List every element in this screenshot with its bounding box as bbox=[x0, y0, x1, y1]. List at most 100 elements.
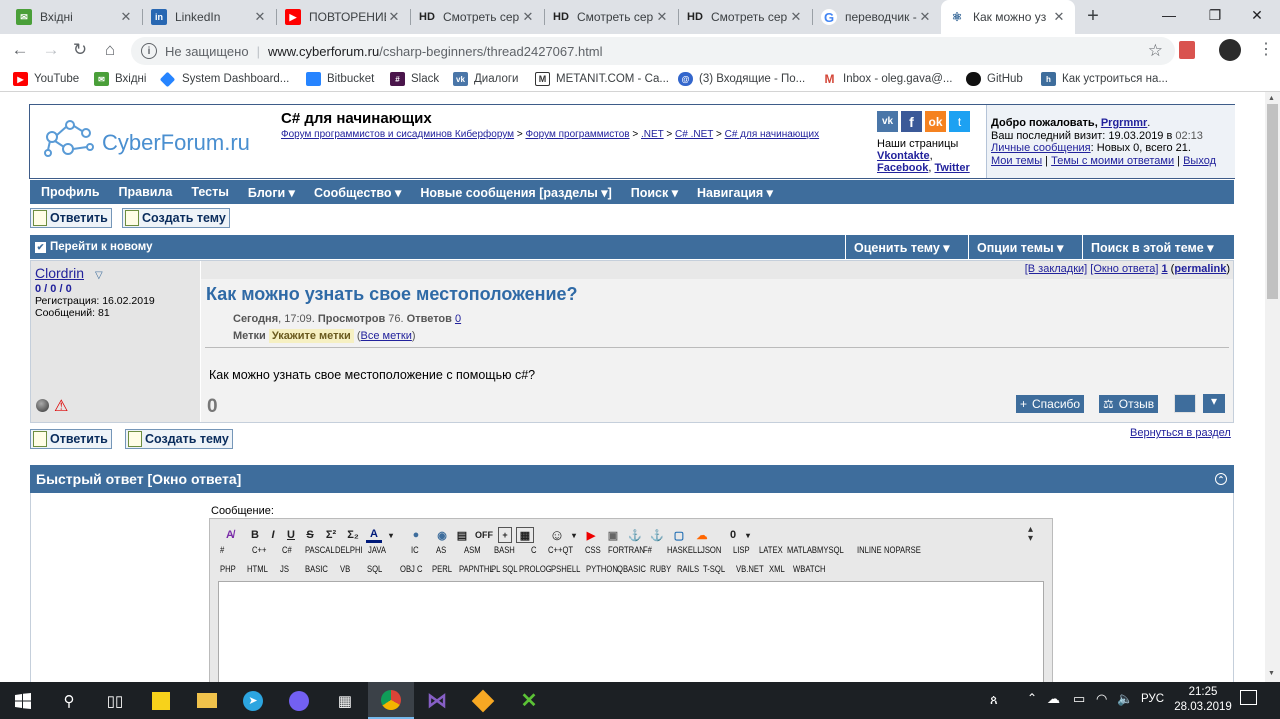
tab-inbox[interactable]: ✉ Вхідні ✕ bbox=[8, 0, 142, 34]
private-messages-link[interactable]: Личные сообщения bbox=[991, 142, 1091, 154]
battery-icon[interactable]: ▭ bbox=[1073, 691, 1085, 707]
off-button[interactable]: OFF bbox=[474, 527, 494, 543]
page-scrollbar[interactable]: ▲ ▼ bbox=[1265, 92, 1280, 682]
permalink-link[interactable]: permalink bbox=[1174, 263, 1226, 275]
scroll-up-icon[interactable]: ▲ bbox=[1268, 95, 1275, 102]
strike-button[interactable]: S bbox=[302, 527, 318, 543]
nav-search[interactable]: Поиск ▾ bbox=[631, 185, 678, 200]
code-lang-rails[interactable]: RAILS bbox=[677, 564, 699, 574]
visual-studio-icon[interactable]: ⋈ bbox=[414, 682, 460, 719]
breadcrumb-link[interactable]: C# .NET bbox=[675, 129, 713, 140]
code-lang-c++qt[interactable]: C++QT bbox=[548, 545, 573, 555]
code-lang-json[interactable]: JSON bbox=[701, 545, 721, 555]
review-button[interactable]: ⚖ Отзыв bbox=[1099, 395, 1159, 413]
close-tab-icon[interactable]: ✕ bbox=[917, 9, 933, 25]
code-lang-perl[interactable]: PERL bbox=[432, 564, 452, 574]
search-thread-menu[interactable]: Поиск в этой теме ▾ bbox=[1082, 235, 1234, 259]
viber-icon[interactable] bbox=[276, 682, 322, 719]
star-icon[interactable]: ☆ bbox=[1148, 41, 1163, 61]
code-lang-asm[interactable]: ASM bbox=[464, 545, 481, 555]
bookmark-jira[interactable]: System Dashboard... bbox=[159, 70, 289, 88]
table-icon[interactable]: ▦ bbox=[516, 527, 534, 543]
code-lang-html[interactable]: HTML bbox=[247, 564, 268, 574]
code-lang-latex[interactable]: LATEX bbox=[759, 545, 783, 555]
site-logo-text[interactable]: CyberForum.ru bbox=[102, 130, 250, 156]
all-tags-link[interactable]: Все метки bbox=[361, 330, 412, 342]
sticky-notes-icon[interactable] bbox=[138, 682, 184, 719]
back-button[interactable]: ← bbox=[10, 40, 30, 60]
smile-icon[interactable]: ☺ bbox=[548, 527, 566, 544]
vk-icon[interactable]: vk bbox=[877, 111, 898, 132]
code-icon[interactable]: 0 bbox=[726, 527, 740, 543]
code-lang-c[interactable]: C bbox=[531, 545, 537, 555]
code-lang-ruby[interactable]: RUBY bbox=[650, 564, 671, 574]
close-tab-icon[interactable]: ✕ bbox=[788, 9, 804, 25]
code-lang-css[interactable]: CSS bbox=[585, 545, 601, 555]
reply-button[interactable]: Ответить bbox=[30, 208, 112, 228]
image-icon[interactable]: ◉ bbox=[434, 527, 450, 543]
task-view-icon[interactable]: ▯▯ bbox=[92, 682, 138, 719]
thanks-button[interactable]: + Спасибо bbox=[1016, 395, 1085, 413]
close-tab-icon[interactable]: ✕ bbox=[386, 9, 402, 25]
bookmark-gmail-inbox[interactable]: M Inbox - oleg.gava@... bbox=[822, 70, 953, 88]
dropdown-icon[interactable]: ▾ bbox=[744, 527, 752, 543]
nav-navigation[interactable]: Навигация ▾ bbox=[697, 185, 773, 200]
code-lang-inline[interactable]: INLINE bbox=[857, 545, 882, 555]
multiquote-button[interactable]: ▾ bbox=[1203, 394, 1225, 413]
bookmark-github[interactable]: GitHub bbox=[966, 70, 1023, 88]
odnoklassniki-icon[interactable]: ok bbox=[925, 111, 946, 132]
bookmark-youtube[interactable]: ▶ YouTube bbox=[13, 70, 79, 88]
code-lang-c++[interactable]: C++ bbox=[252, 545, 266, 555]
nav-profile[interactable]: Профиль bbox=[41, 185, 100, 199]
tab-linkedin[interactable]: in LinkedIn ✕ bbox=[143, 0, 276, 34]
url-host[interactable]: www.cyberforum.ru bbox=[268, 44, 379, 59]
tab-hd-1[interactable]: HD Смотреть сер ✕ bbox=[411, 0, 544, 34]
answers-link[interactable]: 0 bbox=[455, 313, 461, 325]
code-lang-f#[interactable]: F# bbox=[643, 545, 652, 555]
facebook-icon[interactable]: f bbox=[901, 111, 922, 132]
code-lang-java[interactable]: JAVA bbox=[368, 545, 386, 555]
tab-youtube[interactable]: ▶ ПОВТОРЕНИЕ ✕ bbox=[277, 0, 410, 34]
code-lang-php[interactable]: PHP bbox=[220, 564, 236, 574]
home-button[interactable]: ⌂ bbox=[100, 40, 120, 60]
anchor-add-icon[interactable]: ⚓ bbox=[648, 527, 666, 543]
code-lang-vb[interactable]: VB bbox=[340, 564, 350, 574]
bookmark-metanit[interactable]: M METANIT.COM - Са... bbox=[535, 70, 669, 88]
pdf-extension-icon[interactable] bbox=[1179, 41, 1195, 59]
people-icon[interactable]: ጰ bbox=[990, 692, 998, 708]
code-lang-#[interactable]: # bbox=[220, 545, 224, 555]
nav-new-posts[interactable]: Новые сообщения [разделы ▾] bbox=[420, 185, 611, 200]
username-link[interactable]: Prgrmmr bbox=[1101, 117, 1147, 129]
maximize-button[interactable]: ❐ bbox=[1192, 0, 1238, 30]
collapse-icon[interactable]: ⌃ bbox=[1215, 473, 1227, 485]
close-tab-icon[interactable]: ✕ bbox=[520, 9, 536, 25]
code-lang-objc[interactable]: OBJ C bbox=[400, 564, 423, 574]
nav-blogs[interactable]: Блоги ▾ bbox=[248, 185, 295, 200]
tab-translator[interactable]: G переводчик - ✕ bbox=[813, 0, 941, 34]
close-window-button[interactable]: ✕ bbox=[1234, 0, 1280, 30]
dropdown-icon[interactable]: ▾ bbox=[570, 527, 578, 543]
file-explorer-icon[interactable] bbox=[184, 682, 230, 719]
tab-hd-3[interactable]: HD Смотреть сер ✕ bbox=[679, 0, 812, 34]
bookmark-inbox[interactable]: ✉ Вхідні bbox=[94, 70, 146, 88]
bookmark-bitbucket[interactable]: Bitbucket bbox=[306, 70, 374, 88]
breadcrumb-link[interactable]: .NET bbox=[641, 129, 664, 140]
code-lang-plsql[interactable]: PL SQL bbox=[491, 564, 518, 574]
tray-chevron-icon[interactable]: ⌃ bbox=[1027, 691, 1037, 705]
tab-cyberforum-active[interactable]: ⚛ Как можно уз ✕ bbox=[941, 0, 1075, 34]
superscript-button[interactable]: Σ² bbox=[322, 527, 340, 543]
reply-button-bottom[interactable]: Ответить bbox=[30, 429, 112, 449]
bold-button[interactable]: B bbox=[248, 527, 262, 543]
input-language[interactable]: РУС bbox=[1141, 693, 1164, 705]
avatar[interactable] bbox=[1219, 39, 1241, 61]
wifi-icon[interactable]: ◠ bbox=[1096, 691, 1107, 707]
code-lang-python[interactable]: PYTHON bbox=[586, 564, 618, 574]
code-lang-vbnet[interactable]: VB.NET bbox=[736, 564, 764, 574]
code-lang-qbasic[interactable]: QBASIC bbox=[617, 564, 646, 574]
minimize-button[interactable]: — bbox=[1146, 0, 1192, 30]
windows-start-icon[interactable] bbox=[0, 682, 46, 719]
security-label[interactable]: Не защищено bbox=[165, 44, 249, 59]
scrollbar-thumb[interactable] bbox=[1267, 104, 1278, 299]
bookmark-howto[interactable]: h Как устроиться на... bbox=[1041, 70, 1168, 88]
code-lang-xml[interactable]: XML bbox=[769, 564, 785, 574]
